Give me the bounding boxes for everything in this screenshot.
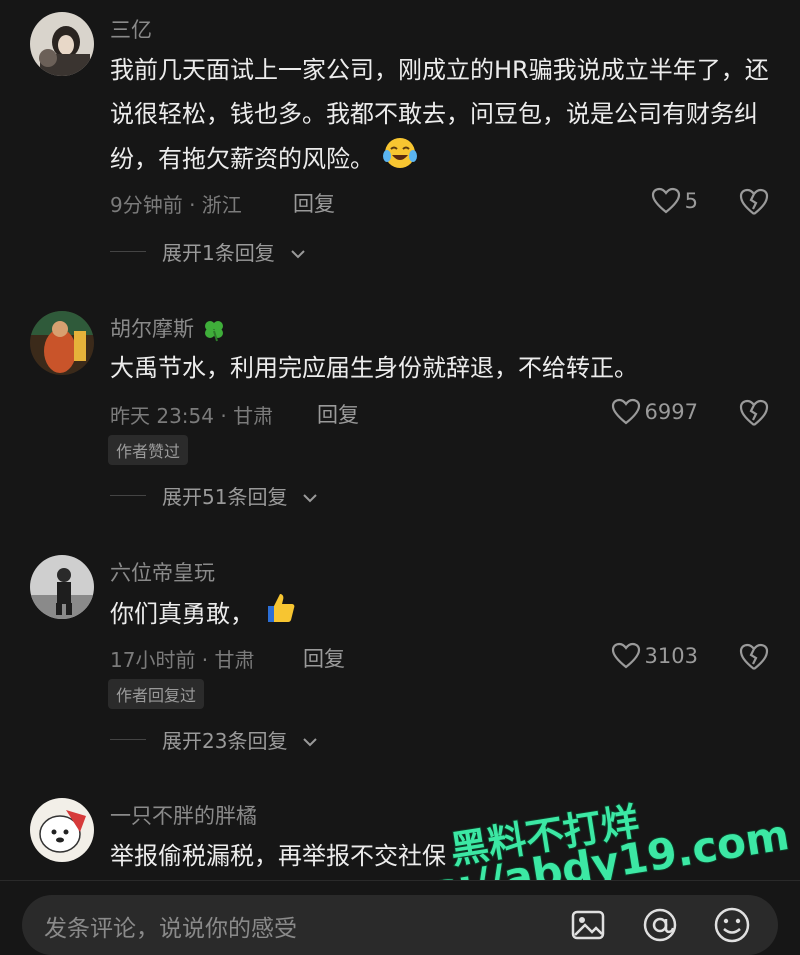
avatar[interactable] [30, 311, 94, 375]
like-count: 6997 [644, 400, 698, 424]
chevron-down-icon [303, 484, 318, 508]
divider-line [110, 739, 146, 740]
dislike-button[interactable] [738, 642, 770, 672]
username-text: 胡尔摩斯 [110, 317, 194, 341]
broken-heart-icon [739, 643, 769, 670]
avatar[interactable] [30, 12, 94, 76]
divider-line [110, 251, 146, 252]
expand-replies[interactable]: 展开1条回复 [110, 237, 305, 266]
crying-laughing-emoji [382, 136, 418, 184]
heart-icon [611, 642, 640, 669]
expand-replies-label: 展开51条回复 [162, 485, 288, 509]
thumbs-up-emoji [262, 590, 298, 640]
username[interactable]: 胡尔摩斯 [110, 313, 227, 343]
comment-text-content: 你们真勇敢， [110, 600, 254, 628]
broken-heart-icon [739, 399, 769, 426]
username[interactable]: 六位帝皇玩 [110, 557, 215, 587]
four-leaf-clover-icon [201, 317, 227, 342]
comment-meta: 9分钟前 · 浙江 [110, 193, 242, 217]
chevron-down-icon [291, 240, 305, 264]
dislike-button[interactable] [738, 187, 770, 217]
reply-button[interactable]: 回复 [293, 188, 335, 218]
like-button[interactable]: 5 [651, 187, 698, 215]
author-liked-badge: 作者赞过 [108, 435, 189, 465]
reply-button[interactable]: 回复 [317, 399, 359, 429]
comment-meta: 昨天 23:54 · 甘肃 [110, 404, 274, 428]
broken-heart-icon [739, 188, 769, 215]
reply-button[interactable]: 回复 [303, 643, 345, 673]
expand-replies-label: 展开1条回复 [162, 241, 275, 265]
comment-meta: 17小时前 · 甘肃 [110, 648, 255, 672]
emoji-icon[interactable] [712, 905, 752, 945]
expand-replies-label: 展开23条回复 [162, 729, 288, 753]
heart-icon [611, 398, 640, 425]
comment-text: 我前几天面试上一家公司，刚成立的HR骗我说成立半年了，还说很轻松，钱也多。我都不… [110, 48, 770, 184]
comment-text: 你们真勇敢， [110, 590, 770, 640]
like-count: 5 [684, 189, 698, 213]
like-button[interactable]: 3103 [611, 642, 698, 670]
expand-replies[interactable]: 展开51条回复 [110, 481, 318, 510]
divider-line [110, 495, 146, 496]
like-count: 3103 [644, 644, 698, 668]
username[interactable]: 一只不胖的胖橘 [110, 800, 257, 830]
author-replied-badge: 作者回复过 [108, 679, 205, 709]
like-button[interactable]: 6997 [611, 398, 698, 426]
comment-text: 大禹节水，利用完应届生身份就辞退，不给转正。 [110, 354, 638, 382]
mention-icon[interactable] [640, 905, 680, 945]
comment-input-bar: 发条评论，说说你的感受 [0, 880, 800, 955]
expand-replies[interactable]: 展开23条回复 [110, 725, 318, 754]
image-icon[interactable] [568, 905, 608, 945]
chevron-down-icon [303, 728, 318, 752]
dislike-button[interactable] [738, 398, 770, 428]
comment-text-content: 我前几天面试上一家公司，刚成立的HR骗我说成立半年了，还说很轻松，钱也多。我都不… [110, 56, 769, 173]
comment-input-placeholder: 发条评论，说说你的感受 [44, 916, 297, 942]
username[interactable]: 三亿 [110, 14, 152, 44]
avatar[interactable] [30, 555, 94, 619]
comment-input[interactable]: 发条评论，说说你的感受 [22, 895, 778, 955]
avatar[interactable] [30, 798, 94, 862]
heart-icon [651, 187, 680, 214]
